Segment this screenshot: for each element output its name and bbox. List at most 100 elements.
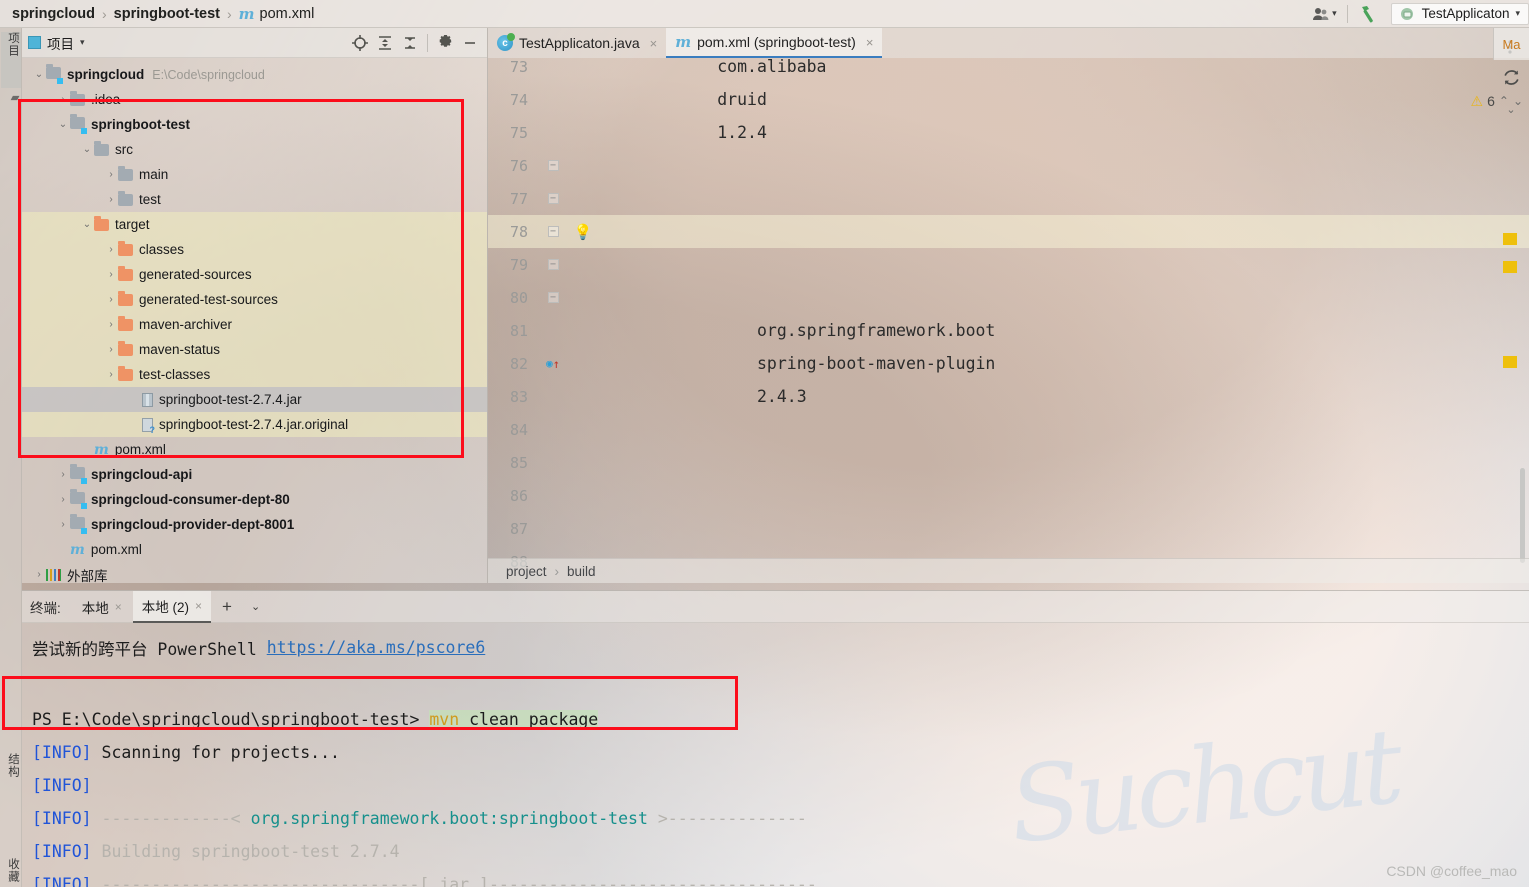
tree-node-springcloud-api[interactable]: › springcloud-api [22,462,487,487]
plus-icon[interactable]: + [213,597,241,617]
tree-node-generated-sources[interactable]: › generated-sources [22,262,487,287]
locate-icon[interactable] [349,32,371,54]
tree-node-springcloud-consumer-dept-80[interactable]: › springcloud-consumer-dept-80 [22,487,487,512]
breadcrumb-build-node[interactable]: build [567,564,596,579]
tree-node-maven-status[interactable]: › maven-status [22,337,487,362]
scrollbar-warning-marker[interactable] [1503,233,1517,245]
terminal-output-text: --------------------------------[ jar ]-… [91,875,817,887]
chevron-right-icon[interactable]: › [32,569,46,580]
code-line-76[interactable]: 76− [488,149,1529,182]
tree-node-src[interactable]: ⌄ src [22,137,487,162]
tree-node-springboot-test-2-7-4-jar[interactable]: springboot-test-2.7.4.jar [22,387,487,412]
pscore6-link[interactable]: https://aka.ms/pscore6 [267,638,486,657]
code-line-87[interactable]: 87 [488,512,1529,545]
tree-node-springboot-test[interactable]: ⌄ springboot-test [22,112,487,137]
code-line-85[interactable]: 85 [488,446,1529,479]
run-configuration-selector[interactable]: TestApplicaton ▾ [1390,2,1529,25]
code-line-86[interactable]: 86 [488,479,1529,512]
project-panel-title-group[interactable]: 项目 ▾ [28,33,85,53]
code-fold-icon[interactable]: − [538,259,568,270]
people-button[interactable]: ▾ [1306,0,1344,28]
build-button[interactable] [1351,0,1387,28]
code-fold-icon[interactable]: − [538,226,568,237]
hide-panel-icon[interactable] [459,32,481,54]
sidebar-tab-maven[interactable]: Ma [1493,28,1529,60]
breadcrumb-project[interactable]: springcloud [12,6,95,22]
code-line-79[interactable]: 79− [488,248,1529,281]
breadcrumb-project-node[interactable]: project [506,564,547,579]
code-line-73[interactable]: 73 com.alibaba [488,58,1529,83]
sidebar-tab-favorites[interactable]: 收藏 [1,858,21,887]
code-line-81[interactable]: 81 org.springframework.boot [488,314,1529,347]
code-fold-icon[interactable]: − [538,292,568,303]
tree-node--idea[interactable]: › .idea [22,87,487,112]
editor-tab-pom-xml[interactable]: m pom.xml (springboot-test) × [666,28,883,58]
chevron-down-icon[interactable]: ⌄ [56,119,70,130]
close-icon[interactable]: × [650,36,658,51]
code-fold-icon[interactable]: − [538,193,568,204]
chevron-right-icon[interactable]: › [104,319,118,330]
chevron-down-icon[interactable]: ⌄ [80,144,94,155]
chevron-right-icon[interactable]: › [56,519,70,530]
code-line-84[interactable]: 84 [488,413,1529,446]
terminal-tab-local-2[interactable]: 本地 (2) × [132,590,212,623]
tree-node-maven-archiver[interactable]: › maven-archiver [22,312,487,337]
code-line-78[interactable]: 78− 💡 [488,215,1529,248]
tree-node--[interactable]: › 外部库 [22,562,487,587]
chevron-right-icon[interactable]: › [104,294,118,305]
chevron-right-icon[interactable]: › [104,169,118,180]
chevron-right-icon[interactable]: › [104,244,118,255]
tree-node-test[interactable]: › test [22,187,487,212]
tree-node-classes[interactable]: › classes [22,237,487,262]
line-number: 74 [509,90,528,109]
tree-node-generated-test-sources[interactable]: › generated-test-sources [22,287,487,312]
breadcrumb-module[interactable]: springboot-test [114,6,220,22]
code-line-80[interactable]: 80− [488,281,1529,314]
code-line-74[interactable]: 74 druid [488,83,1529,116]
close-icon[interactable]: × [866,35,874,50]
tree-node-main[interactable]: › main [22,162,487,187]
expand-all-icon[interactable] [374,32,396,54]
code-line-82[interactable]: 82 ◉ ↑ spring-boot-maven-plugin [488,347,1529,380]
close-icon[interactable]: × [195,599,202,613]
editor-vertical-scrollbar[interactable] [1520,468,1525,563]
maven-reload-button[interactable] [1493,60,1529,94]
scrollbar-warning-marker[interactable] [1503,356,1517,368]
chevron-down-icon[interactable]: ⌄ [243,600,268,613]
collapse-all-icon[interactable] [399,32,421,54]
code-line-75[interactable]: 75 1.2.4 [488,116,1529,149]
tree-node-target[interactable]: ⌄ target [22,212,487,237]
editor-tab-testapplicaton-java[interactable]: c TestApplicaton.java × [488,28,666,58]
tree-node-test-classes[interactable]: › test-classes [22,362,487,387]
code-fold-icon[interactable]: − [538,160,568,171]
chevron-right-icon[interactable]: › [104,344,118,355]
intention-bulb-icon[interactable]: 💡 [568,223,598,241]
tree-node-pom-xml[interactable]: m pom.xml [22,537,487,562]
close-icon[interactable]: × [115,600,122,614]
chevron-right-icon[interactable]: › [104,369,118,380]
chevron-right-icon[interactable]: › [56,494,70,505]
code-view[interactable]: 73 com.alibaba 74 druid 75 1.2.4 76− 77− 78… [488,58,1529,568]
chevron-down-icon[interactable]: ⌄ [32,69,46,80]
sidebar-tab-project[interactable]: 项目 [1,32,21,88]
code-line-83[interactable]: 83 2.4.3 [488,380,1529,413]
maven-collapse-button[interactable]: ⌄ [1493,94,1529,124]
tree-node-springcloud-provider-dept-8001[interactable]: › springcloud-provider-dept-8001 [22,512,487,537]
sidebar-tab-structure[interactable]: 结构 [1,753,21,805]
scrollbar-warning-marker[interactable] [1503,261,1517,273]
terminal-output-text: Building springboot-test 2.7.4 [91,842,400,861]
breadcrumb-file[interactable]: pom.xml [260,6,315,22]
chevron-right-icon[interactable]: › [56,94,70,105]
tree-node-springcloud[interactable]: ⌄ springcloud E:\Code\springcloud [22,62,487,87]
chevron-right-icon[interactable]: › [56,469,70,480]
tree-node-springboot-test-2-7-4-jar-original[interactable]: springboot-test-2.7.4.jar.original [22,412,487,437]
code-line-77[interactable]: 77− [488,182,1529,215]
terminal-output[interactable]: 尝试新的跨平台 PowerShell https://aka.ms/pscore… [22,623,1529,887]
chevron-right-icon[interactable]: › [104,194,118,205]
chevron-right-icon[interactable]: › [104,269,118,280]
tree-node-pom-xml[interactable]: m pom.xml [22,437,487,462]
terminal-tab-local[interactable]: 本地 × [73,591,131,623]
chevron-down-icon[interactable]: ⌄ [80,219,94,230]
settings-gear-icon[interactable] [434,32,456,54]
